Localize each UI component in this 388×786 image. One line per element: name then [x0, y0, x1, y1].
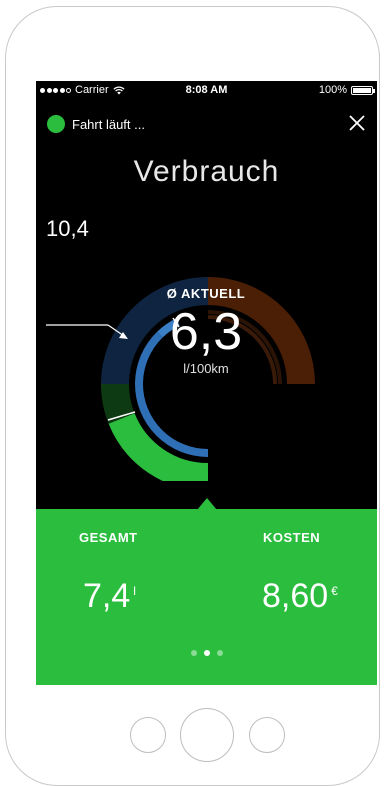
total-value-group: 7,4 l	[83, 577, 136, 616]
cost-unit: €	[331, 583, 338, 598]
app-screen: Carrier 8:08 AM 100% Fahrt läuft ... Ver…	[36, 81, 377, 685]
trip-status-label: Fahrt läuft ...	[72, 116, 145, 132]
total-label: GESAMT	[79, 530, 138, 545]
page-indicator[interactable]	[36, 650, 377, 656]
cost-label: KOSTEN	[263, 530, 321, 545]
home-button[interactable]	[180, 708, 234, 762]
hardware-right-button	[249, 717, 285, 753]
cost-value: 8,60	[262, 577, 329, 615]
gauge-center-unit: l/100km	[183, 361, 229, 376]
battery-icon	[351, 85, 375, 95]
trip-status: Fahrt läuft ...	[47, 115, 145, 133]
gauge-outer-green	[108, 412, 209, 481]
close-button[interactable]	[345, 111, 369, 135]
gauge-callout-value: 10,4	[46, 216, 89, 241]
stats-panel[interactable]: GESAMT KOSTEN 7,4 l 8,60 €	[36, 498, 377, 685]
cost-value-group: 8,60 €	[262, 577, 338, 616]
page-dot[interactable]	[216, 650, 223, 656]
gauge-center-label: Ø AKTUELL	[166, 286, 246, 301]
gauge-outer-dark-green	[100, 383, 135, 424]
status-right: 100%	[318, 84, 375, 96]
hardware-left-button	[130, 717, 166, 753]
close-icon	[349, 115, 365, 131]
status-bar: Carrier 8:08 AM 100%	[36, 81, 377, 101]
gauge-center-value: 6,3	[169, 303, 243, 361]
page-dot-active[interactable]	[203, 650, 210, 656]
battery-percent: 100%	[318, 84, 347, 96]
trip-status-indicator	[47, 115, 65, 133]
total-value: 7,4	[83, 577, 131, 615]
gauge-center: Ø AKTUELL 6,3 l/100km	[146, 286, 266, 376]
panel-notch	[197, 498, 217, 510]
total-unit: l	[133, 583, 136, 598]
page-title: Verbrauch	[133, 155, 280, 188]
page-dot[interactable]	[190, 650, 197, 656]
